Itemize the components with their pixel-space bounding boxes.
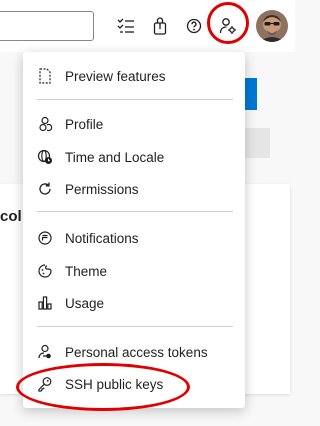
menu-item-label: Usage bbox=[65, 295, 105, 311]
shopping-bag-icon[interactable] bbox=[146, 12, 174, 40]
menu-item-label: SSH public keys bbox=[65, 376, 164, 392]
menu-item-permissions[interactable]: Permissions bbox=[23, 174, 245, 204]
theme-icon bbox=[35, 261, 55, 281]
search-input[interactable] bbox=[0, 11, 94, 41]
menu-item-notifications[interactable]: Notifications bbox=[23, 223, 245, 253]
menu-item-label: Time and Locale bbox=[65, 149, 165, 165]
menu-item-theme[interactable]: Theme bbox=[23, 256, 245, 286]
menu-item-usage[interactable]: Usage bbox=[23, 288, 245, 318]
menu-item-label: Preview features bbox=[65, 68, 166, 84]
menu-item-label: Notifications bbox=[65, 230, 139, 246]
user-settings-icon[interactable] bbox=[214, 12, 242, 40]
document-icon bbox=[35, 66, 55, 86]
work-items-icon[interactable] bbox=[112, 12, 140, 40]
menu-item-preview-features[interactable]: Preview features bbox=[23, 61, 245, 91]
help-icon[interactable] bbox=[180, 12, 208, 40]
menu-item-ssh-public-keys[interactable]: SSH public keys bbox=[23, 369, 245, 399]
top-bar bbox=[0, 0, 295, 52]
notification-icon bbox=[35, 228, 55, 248]
menu-divider bbox=[37, 99, 233, 100]
menu-divider bbox=[37, 211, 233, 212]
profile-icon bbox=[35, 114, 55, 134]
refresh-icon bbox=[35, 179, 55, 199]
menu-item-label: Personal access tokens bbox=[65, 344, 208, 360]
menu-item-label: Profile bbox=[65, 116, 104, 132]
avatar[interactable] bbox=[256, 10, 288, 42]
menu-item-personal-access-tokens[interactable]: Personal access tokens bbox=[23, 337, 245, 367]
user-settings-menu: Preview features Profile Time and Locale bbox=[23, 52, 245, 408]
key-icon bbox=[35, 374, 55, 394]
globe-clock-icon bbox=[35, 147, 55, 167]
menu-item-label: Theme bbox=[65, 263, 108, 279]
usage-chart-icon bbox=[35, 293, 55, 313]
menu-item-profile[interactable]: Profile bbox=[23, 109, 245, 139]
background-card-title: col bbox=[0, 208, 22, 225]
menu-item-time-and-locale[interactable]: Time and Locale bbox=[23, 142, 245, 172]
token-icon bbox=[35, 342, 55, 362]
menu-item-label: Permissions bbox=[65, 181, 139, 197]
menu-divider bbox=[37, 326, 233, 327]
